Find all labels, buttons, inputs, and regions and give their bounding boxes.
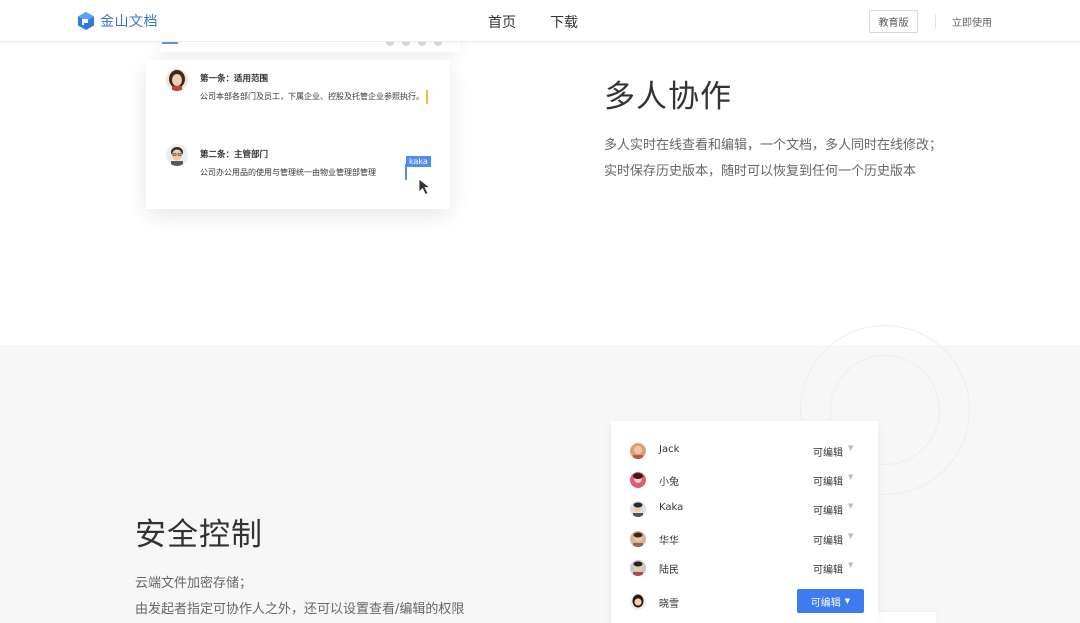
woman-avatar-icon <box>166 69 188 91</box>
man-avatar-icon <box>166 144 188 166</box>
collaborator-cursor <box>426 89 428 104</box>
permission-select-active[interactable]: 可编辑 ▼ <box>797 589 864 613</box>
permission-row: 晓雪 可编辑 ▼ <box>611 589 878 615</box>
permission-row: Jack 可编辑 ▼ <box>611 440 878 464</box>
permission-row: 小兔 可编辑 ▼ <box>611 469 878 493</box>
permission-select[interactable]: 可编辑 <box>813 473 843 488</box>
permission-row: Kaka 可编辑 ▼ <box>611 498 878 522</box>
permission-select[interactable]: 可编辑 <box>813 502 843 517</box>
collaborator-name: 小兔 <box>659 477 679 488</box>
clause-title: 第一条：适用范围 <box>200 74 269 84</box>
collaborator-name-tag: kaka <box>406 156 431 167</box>
clause-title: 第二条：主管部门 <box>200 150 269 160</box>
clause-body: 公司办公用品的使用与管理统一由物业管理部管理 <box>200 168 376 177</box>
collaborator-name: 陆民 <box>659 565 679 576</box>
avatar <box>166 69 188 91</box>
user-avatar-icon <box>630 531 646 547</box>
clause-body-text: 公司本部各部门及员工，下属企业、控股及托管企业参照执行。 <box>200 92 424 101</box>
permission-list-card: Jack 可编辑 ▼ 小兔 可编辑 ▼ Kaka 可编辑 ▼ 华华 可编辑 ▼ … <box>611 421 878 623</box>
collaborator-name: Jack <box>659 444 680 455</box>
header-divider <box>935 14 936 29</box>
user-avatar-icon <box>630 443 646 459</box>
avatar <box>166 144 188 166</box>
avatar <box>630 472 646 488</box>
doc-collab-preview-card: 第一条：适用范围 公司本部各部门及员工，下属企业、控股及托管企业参照执行。 第二… <box>146 60 450 209</box>
mouse-pointer-icon <box>418 178 432 196</box>
avatar <box>630 501 646 517</box>
main-nav: 首页 下载 <box>488 12 578 32</box>
avatar <box>630 443 646 459</box>
feature-collab-desc-line: 实时保存历史版本，随时可以恢复到任何一个历史版本 <box>604 164 917 179</box>
chevron-down-icon[interactable]: ▼ <box>848 502 853 510</box>
permission-select[interactable]: 可编辑 <box>813 532 843 547</box>
site-logo[interactable]: 金山文档 <box>78 11 158 31</box>
chevron-down-icon: ▼ <box>844 597 851 605</box>
kingsoft-docs-logo-icon <box>78 12 94 30</box>
chevron-down-icon[interactable]: ▼ <box>848 473 853 481</box>
collaborator-name: 晓雪 <box>659 599 679 610</box>
feature-collab-description: 多人实时在线查看和编辑，一个文档，多人同时在线修改； 实时保存历史版本，随时可以… <box>604 133 942 185</box>
collaborator-cursor <box>405 164 407 180</box>
feature-collab-desc-line: 多人实时在线查看和编辑，一个文档，多人同时在线修改； <box>604 138 943 153</box>
feature-security-description: 云端文件加密存储； 由发起者指定可协作人之外，还可以设置查看/编辑的权限 <box>135 571 464 623</box>
chevron-down-icon[interactable]: ▼ <box>848 561 853 569</box>
permission-row: 陆民 可编辑 ▼ <box>611 557 878 581</box>
chevron-down-icon[interactable]: ▼ <box>848 444 853 452</box>
permission-row: 华华 可编辑 ▼ <box>611 528 878 552</box>
avatar <box>630 531 646 547</box>
user-avatar-icon <box>630 560 646 576</box>
nav-download[interactable]: 下载 <box>550 12 578 32</box>
collaborator-name: Kaka <box>659 502 684 513</box>
feature-collab-title: 多人协作 <box>604 79 732 115</box>
nav-home[interactable]: 首页 <box>488 12 516 32</box>
avatar <box>630 560 646 576</box>
feature-security-title: 安全控制 <box>135 517 263 553</box>
permission-select[interactable]: 可编辑 <box>813 444 843 459</box>
logo-text: 金山文档 <box>100 14 158 30</box>
clause-body: 公司本部各部门及员工，下属企业、控股及托管企业参照执行。 <box>200 87 445 106</box>
user-avatar-icon <box>630 594 646 610</box>
education-edition-button[interactable]: 教育版 <box>869 10 918 33</box>
user-avatar-icon <box>630 472 646 488</box>
chevron-down-icon[interactable]: ▼ <box>848 532 853 540</box>
use-now-link[interactable]: 立即使用 <box>952 14 992 29</box>
permission-select-label: 可编辑 <box>810 597 841 609</box>
feature-security-desc-line: 由发起者指定可协作人之外，还可以设置查看/编辑的权限 <box>135 602 465 617</box>
top-header: 金山文档 首页 下载 教育版 立即使用 <box>0 0 1080 42</box>
collaborator-name: 华华 <box>659 536 679 547</box>
feature-security-desc-line: 云端文件加密存储； <box>135 576 253 591</box>
avatar <box>630 594 646 610</box>
user-avatar-icon <box>630 501 646 517</box>
permission-select[interactable]: 可编辑 <box>813 561 843 576</box>
